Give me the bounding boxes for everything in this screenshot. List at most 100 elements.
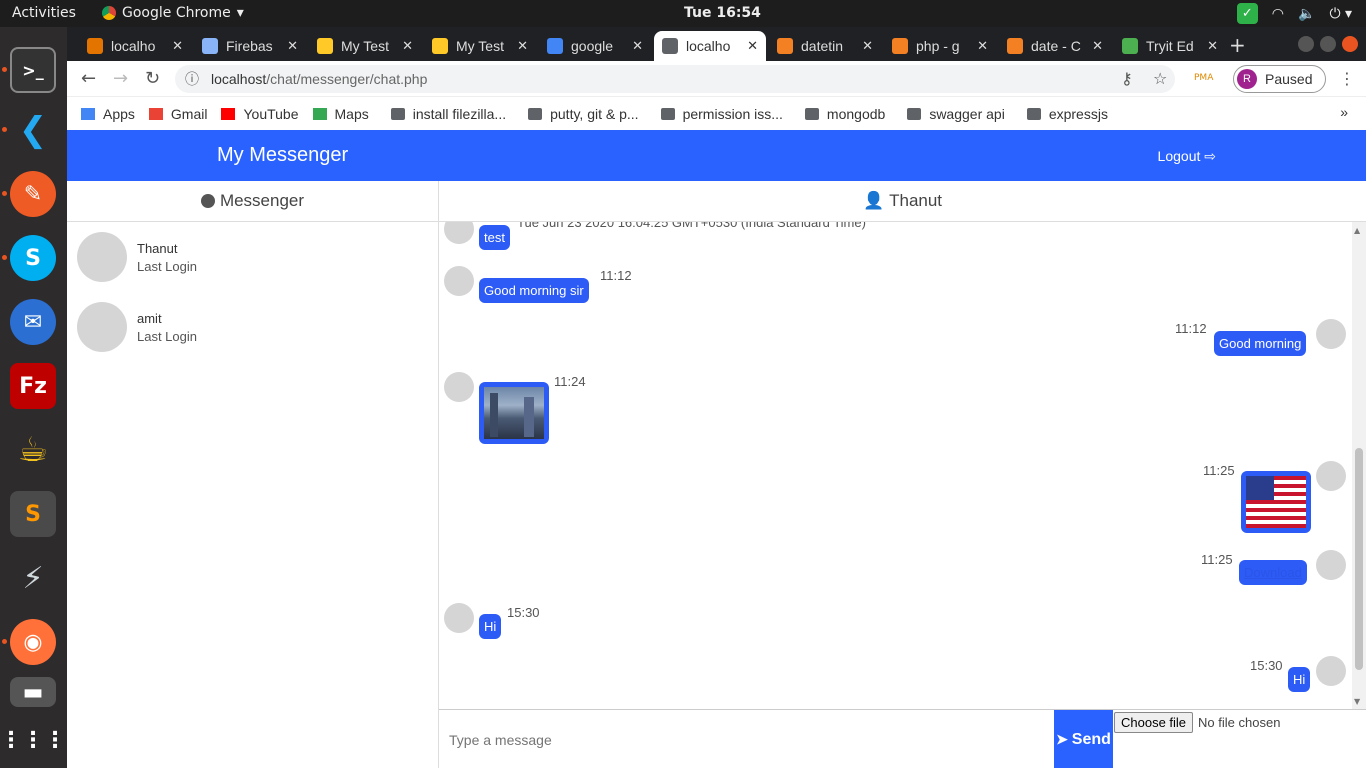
bookmark-item[interactable]: swagger api	[907, 106, 1005, 122]
bookmark-item[interactable]: expressjs	[1026, 106, 1108, 122]
close-tab-icon[interactable]: ✕	[862, 38, 873, 54]
forward-arrow-icon[interactable]: →	[113, 68, 128, 89]
reload-icon[interactable]: ↻	[145, 68, 160, 89]
bookmark-star-icon[interactable]: ☆	[1153, 69, 1167, 88]
user-icon: 👤	[862, 191, 885, 210]
browser-tab[interactable]: My Test ✕	[309, 31, 421, 61]
terminal-icon[interactable]: >_	[10, 47, 56, 93]
show-applications-icon[interactable]: ⋮⋮⋮	[0, 717, 66, 763]
bookmark-item[interactable]: install filezilla...	[390, 106, 506, 122]
bookmark-item[interactable]: YouTube	[221, 106, 299, 122]
contact-item[interactable]: Thanut Last Login	[77, 232, 427, 282]
browser-tab[interactable]: Firebas ✕	[194, 31, 306, 61]
bookmark-icon	[81, 107, 95, 120]
close-tab-icon[interactable]: ✕	[1207, 38, 1218, 54]
browser-tab[interactable]: Tryit Ed ✕	[1114, 31, 1226, 61]
image-message[interactable]	[1241, 471, 1311, 533]
scrollbar-thumb[interactable]	[1355, 448, 1363, 670]
chrome-icon	[102, 6, 116, 20]
bookmark-item[interactable]: putty, git & p...	[528, 105, 639, 122]
logout-link[interactable]: Logout ⇨	[1158, 148, 1216, 165]
thunderbird-icon[interactable]: ✉	[10, 299, 56, 345]
screen-icon[interactable]: ▬	[10, 677, 56, 707]
running-indicator	[2, 255, 7, 260]
tab-strip: localho ✕ Firebas ✕ My Test ✕ My Test ✕ google ✕ l…	[67, 27, 1366, 61]
message-time: 11:12	[1175, 321, 1207, 336]
close-tab-icon[interactable]: ✕	[977, 38, 988, 54]
back-arrow-icon[interactable]: ←	[81, 68, 96, 89]
sublime-text-icon[interactable]: S	[10, 491, 56, 537]
image-message[interactable]	[479, 382, 549, 444]
address-bar[interactable]: ⓘ localhost/chat/messenger/chat.php	[175, 65, 1175, 93]
bookmark-icon	[221, 107, 236, 120]
bookmark-label: putty, git & p...	[550, 105, 639, 122]
sender-avatar	[444, 266, 474, 296]
firefox-icon[interactable]: ◉	[10, 619, 56, 665]
app-menu[interactable]: Google Chrome ▾	[102, 5, 244, 21]
menu-icon[interactable]: ⋮	[1339, 69, 1355, 88]
close-tab-icon[interactable]: ✕	[402, 38, 413, 54]
activities-button[interactable]: Activities	[12, 5, 76, 21]
close-window-button[interactable]	[1342, 36, 1358, 52]
filezilla-icon[interactable]: Fz	[10, 363, 56, 409]
message-input[interactable]	[439, 710, 1054, 768]
bookmark-item[interactable]: Apps	[81, 106, 135, 122]
close-tab-icon[interactable]: ✕	[632, 38, 643, 54]
maximize-button[interactable]	[1320, 36, 1336, 52]
network-icon[interactable]: ⚡	[10, 555, 56, 601]
browser-tab[interactable]: localho ✕	[79, 31, 191, 61]
browser-tab[interactable]: google ✕	[539, 31, 651, 61]
message-scrollbar[interactable]: ▲ ▼	[1352, 222, 1366, 709]
screen: Activities Google Chrome ▾ Tue 16:54 ✓ ◠…	[0, 0, 1366, 768]
message-date: Tue Jun 23 2020 16:04:25 GMT+0530 (India…	[517, 222, 866, 230]
system-tray[interactable]: ✓ ◠ 🔈 ⏻ ▾	[1236, 3, 1352, 24]
bookmark-item[interactable]: permission iss...	[660, 105, 783, 122]
tab-favicon-icon	[662, 38, 678, 54]
bookmark-label: Gmail	[170, 105, 208, 122]
send-button[interactable]: ➤ Send	[1054, 710, 1113, 768]
close-tab-icon[interactable]: ✕	[172, 38, 183, 54]
receiver-avatar	[1316, 319, 1346, 349]
choose-file-button[interactable]: Choose file	[1114, 712, 1194, 733]
skype-icon[interactable]: S	[10, 235, 56, 281]
new-tab-button[interactable]: +	[1229, 33, 1246, 57]
key-icon[interactable]: ⚷	[1121, 69, 1133, 88]
message-list[interactable]: Tue Jun 23 2020 16:04:25 GMT+0530 (India…	[439, 222, 1366, 709]
profile-button[interactable]: R Paused	[1233, 65, 1326, 93]
close-tab-icon[interactable]: ✕	[287, 38, 298, 54]
teapot-icon[interactable]: ☕	[10, 427, 56, 473]
bookmark-label: swagger api	[929, 105, 1005, 122]
logout-label: Logout	[1157, 148, 1201, 164]
browser-tab[interactable]: php - g ✕	[884, 31, 996, 61]
browser-tab[interactable]: localho ✕	[654, 31, 766, 61]
close-tab-icon[interactable]: ✕	[1092, 38, 1103, 54]
file-input[interactable]: Choose file No file chosen	[1114, 712, 1280, 733]
scroll-down-arrow-icon[interactable]: ▼	[1354, 697, 1360, 706]
bookmark-item[interactable]: Maps	[312, 106, 369, 122]
message-time: 15:30	[507, 605, 540, 620]
brand[interactable]: My Messenger	[217, 144, 348, 167]
browser-tab[interactable]: datetin ✕	[769, 31, 881, 61]
vscode-icon[interactable]: ❮	[10, 107, 56, 153]
close-tab-icon[interactable]: ✕	[517, 38, 528, 54]
postman-icon[interactable]: ✎	[10, 171, 56, 217]
site-info-icon[interactable]: ⓘ	[185, 69, 199, 89]
scroll-up-arrow-icon[interactable]: ▲	[1354, 226, 1360, 235]
bookmark-item[interactable]: mongodb	[804, 106, 885, 122]
bookmark-label: permission iss...	[682, 105, 783, 122]
bookmark-item[interactable]: Gmail	[148, 105, 208, 122]
receiver-avatar	[1316, 656, 1346, 686]
browser-tab[interactable]: date - C ✕	[999, 31, 1111, 61]
tab-title: google	[571, 38, 614, 54]
us-flag-thumbnail	[1246, 476, 1306, 528]
browser-tab[interactable]: My Test ✕	[424, 31, 536, 61]
contact-item[interactable]: amit Last Login	[77, 302, 427, 352]
bookmark-icon	[312, 107, 327, 120]
minimize-button[interactable]	[1298, 36, 1314, 52]
close-tab-icon[interactable]: ✕	[747, 38, 758, 54]
update-check-icon[interactable]: ✓	[1236, 3, 1258, 24]
download-link[interactable]: Download	[1244, 565, 1302, 580]
pma-extension-icon[interactable]: PMA	[1194, 73, 1213, 83]
more-bookmarks-icon[interactable]: »	[1340, 104, 1348, 120]
clock[interactable]: Tue 16:54	[684, 5, 761, 21]
